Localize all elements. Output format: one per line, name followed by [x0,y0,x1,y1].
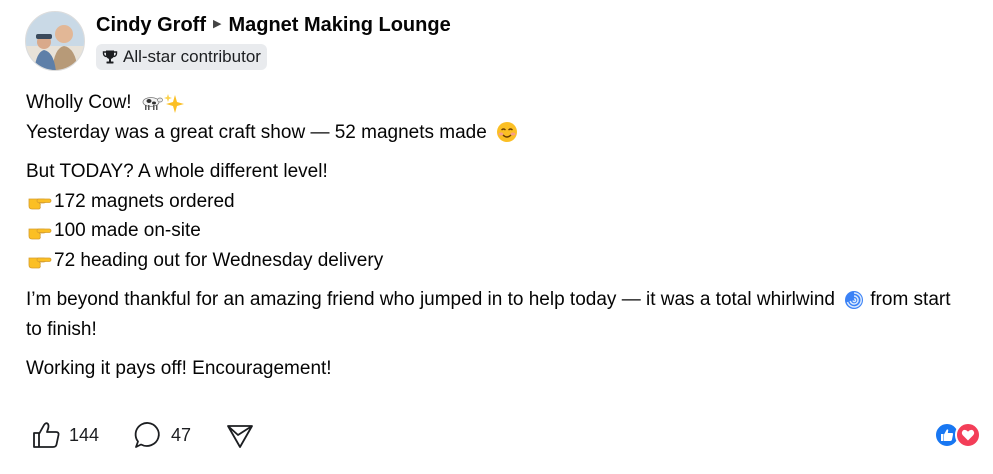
post-text: Wholly Cow! [26,92,132,113]
post-text: 100 made on-site [54,220,201,241]
pointing-hand-emoji [28,228,52,240]
author-line: Cindy Groff ▶ Magnet Making Lounge [96,12,451,38]
pointing-hand-emoji [28,258,52,269]
like-button[interactable]: 144 [31,420,99,450]
post-text: 172 magnets ordered [54,190,235,212]
badge-label: All-star contributor [123,47,261,66]
post-text: I’m beyond thankful for an amazing frien… [26,289,835,310]
paragraph-3: I’m beyond thankful for an amazing frien… [26,285,956,344]
pointing-hand-emoji [28,199,52,210]
group-name[interactable]: Magnet Making Lounge [228,12,450,38]
like-icon [33,422,60,448]
comment-count: 47 [171,424,192,445]
author-name[interactable]: Cindy Groff [96,12,206,38]
trophy-icon [102,50,118,64]
post-header: Cindy Groff ▶ Magnet Making Lounge All-s… [96,12,451,70]
comment-button[interactable]: 47 [133,420,191,450]
smiling-face-emoji [497,122,518,143]
triangle-right-icon: ▶ [213,18,222,30]
share-button[interactable] [225,420,255,450]
list-item: 100 made on-site [26,216,956,246]
post-text: 72 heading out for Wednesday delivery [54,249,384,271]
like-count: 144 [69,424,100,445]
post-text: But TODAY? A whole different level! [26,161,328,182]
reaction-summary[interactable] [934,422,981,448]
paragraph-1: Wholly Cow! Yesterday was a great craft … [26,88,956,147]
post-body: Wholly Cow! Yesterday was a great craft … [26,88,956,394]
paragraph-2: But TODAY? A whole different level! 172 … [26,157,956,275]
paragraph-4: Working it pays off! Encouragement! [26,354,956,384]
list-item: 72 heading out for Wednesday delivery [26,246,956,276]
avatar[interactable] [25,11,85,71]
sparkles-emoji [163,93,184,113]
contributor-badge[interactable]: All-star contributor [96,44,267,70]
love-reaction-icon [955,422,981,448]
post-text: Yesterday was a great craft show — 52 ma… [26,121,487,143]
list-item: 172 magnets ordered [26,187,956,217]
comment-icon [134,422,160,448]
cow-emoji [142,97,163,110]
cyclone-emoji [845,290,864,309]
post-text: Working it pays off! Encouragement! [26,358,332,379]
share-icon [227,425,253,448]
action-bar: 144 47 [31,420,289,450]
